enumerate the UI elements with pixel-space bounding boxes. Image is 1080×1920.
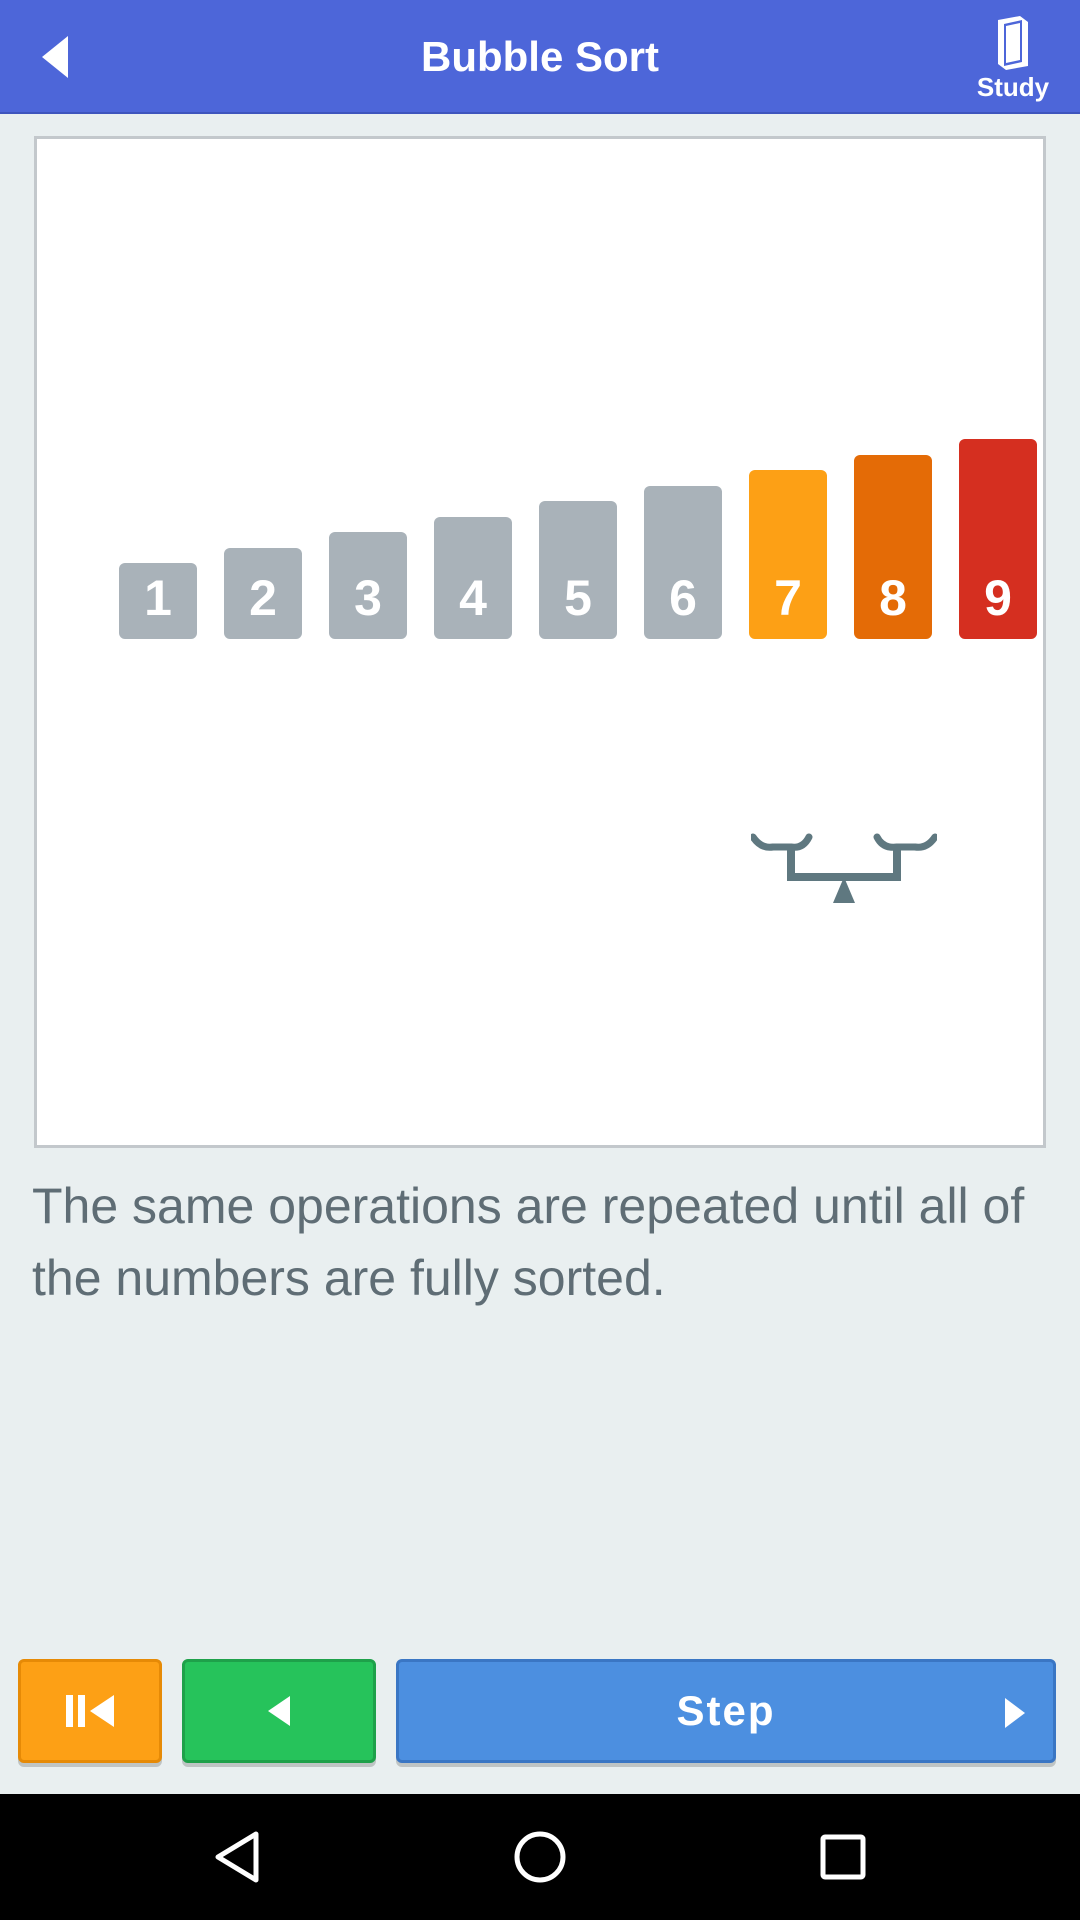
previous-step-button[interactable] <box>182 1659 376 1763</box>
number-bar: 5 <box>539 501 617 639</box>
number-bar: 2 <box>224 547 302 639</box>
study-button[interactable]: Study <box>968 14 1058 104</box>
balance-scale-icon <box>751 833 937 903</box>
nav-recents-button[interactable] <box>800 1814 886 1900</box>
app-header: Bubble Sort Study <box>0 0 1080 114</box>
book-icon <box>998 16 1028 70</box>
playback-controls: Step <box>0 1656 1080 1768</box>
skip-to-start-icon <box>66 1695 114 1727</box>
number-bar: 7 <box>749 470 827 639</box>
number-bar: 4 <box>434 516 512 639</box>
instruction-text: The same operations are repeated until a… <box>32 1178 1025 1306</box>
previous-triangle-icon <box>268 1696 290 1726</box>
number-bar: 8 <box>854 454 932 639</box>
page-title: Bubble Sort <box>421 33 659 80</box>
nav-home-button[interactable] <box>497 1814 583 1900</box>
number-bar: 6 <box>644 485 722 639</box>
nav-home-icon <box>514 1831 566 1883</box>
number-bar: 9 <box>959 439 1037 639</box>
number-bar: 3 <box>329 532 407 639</box>
step-label: Step <box>676 1687 776 1734</box>
number-bar: 1 <box>119 563 197 639</box>
sort-visualization-panel: 123456789 <box>34 136 1046 1148</box>
reset-button[interactable] <box>18 1659 162 1763</box>
next-triangle-icon <box>1005 1698 1025 1728</box>
nav-back-button[interactable] <box>194 1814 280 1900</box>
system-navigation-bar <box>0 1794 1080 1920</box>
number-bars: 123456789 <box>119 139 1037 1145</box>
study-label: Study <box>976 72 1050 102</box>
step-button[interactable]: Step <box>396 1659 1056 1763</box>
nav-recents-icon <box>820 1834 866 1880</box>
nav-back-icon <box>215 1831 259 1883</box>
